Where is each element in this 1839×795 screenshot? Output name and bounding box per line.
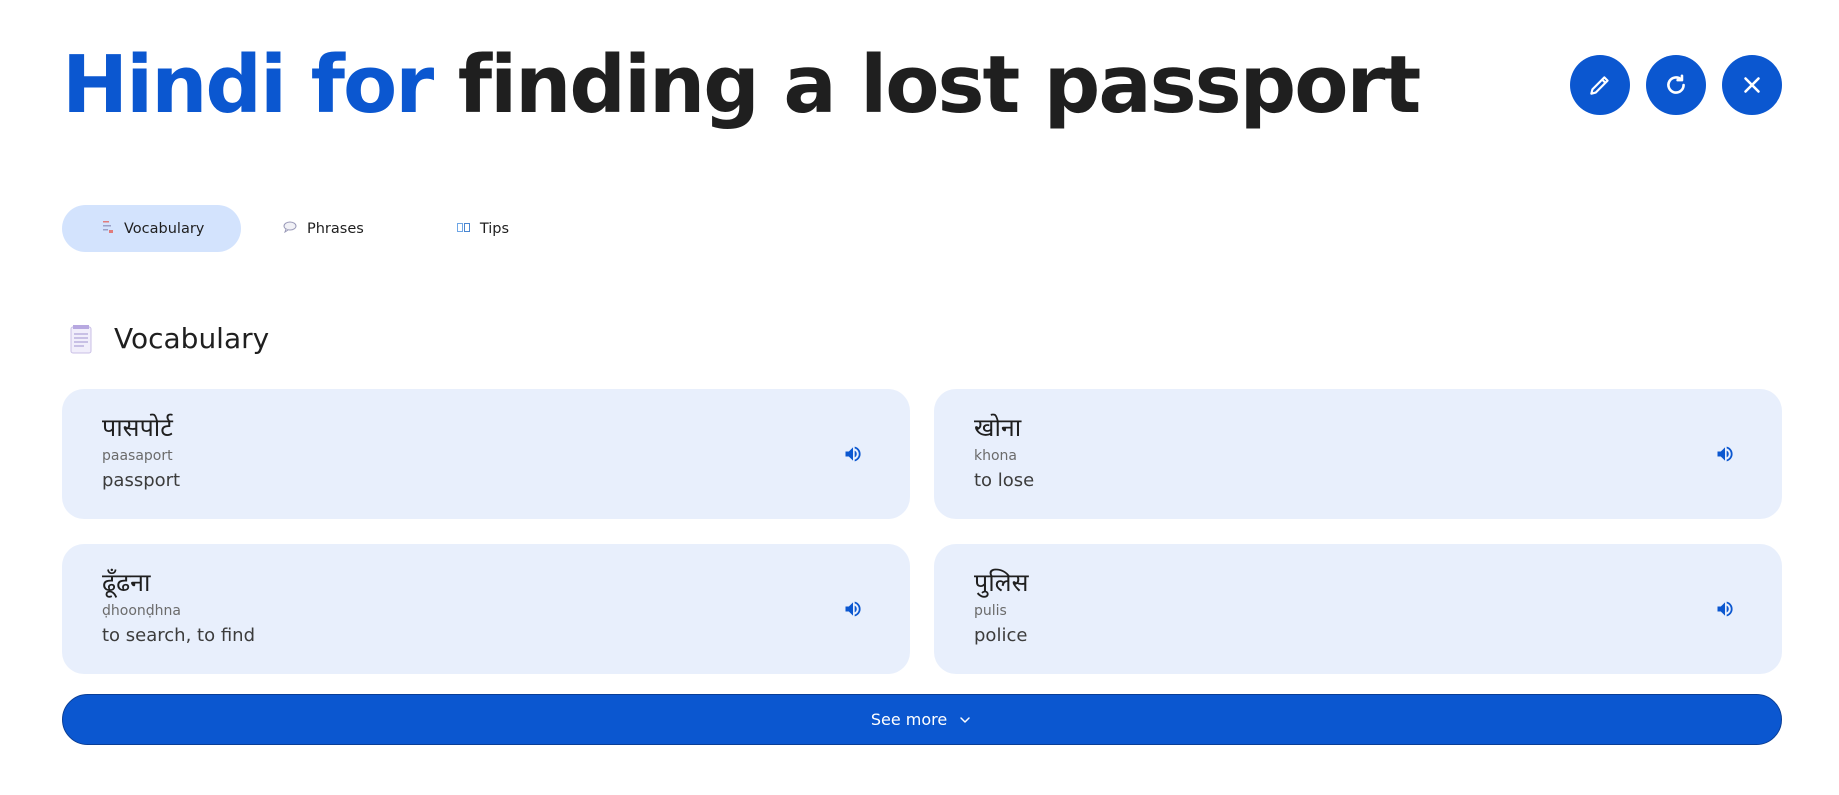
pencil-icon xyxy=(1590,76,1609,95)
vocab-transliteration: ḍhoonḍhna xyxy=(102,603,181,619)
tab-vocabulary-label: Vocabulary xyxy=(124,220,205,237)
tab-tips-label: Tips xyxy=(479,220,510,237)
vocab-meaning: passport xyxy=(102,470,181,491)
speech-bubble-icon xyxy=(283,221,297,236)
tab-bar: Vocabulary Phrases Tips xyxy=(62,205,547,252)
play-audio-button[interactable] xyxy=(1712,596,1738,622)
vocab-meaning: police xyxy=(974,625,1028,646)
section-heading: Vocabulary xyxy=(70,322,269,355)
chevron-down-icon xyxy=(960,716,970,723)
vocab-native: पासपोर्ट xyxy=(102,413,173,442)
title-accent: Hindi for xyxy=(62,39,434,131)
tab-tips[interactable]: Tips xyxy=(416,205,547,252)
tab-phrases-label: Phrases xyxy=(307,220,364,237)
vocab-card: ढूँढना ḍhoonḍhna to search, to find xyxy=(62,544,910,674)
notepad-icon xyxy=(70,324,92,353)
list-icon xyxy=(102,220,114,237)
vocab-native: ढूँढना xyxy=(102,568,151,597)
header-actions xyxy=(1570,55,1782,115)
vocabulary-grid: पासपोर्ट paasaport passport खोना khona t… xyxy=(62,389,1782,674)
vocab-card: खोना khona to lose xyxy=(934,389,1782,519)
vocab-card: पासपोर्ट paasaport passport xyxy=(62,389,910,519)
tab-vocabulary[interactable]: Vocabulary xyxy=(62,205,241,252)
vocab-transliteration: pulis xyxy=(974,603,1007,619)
see-more-label: See more xyxy=(870,710,948,729)
vocab-meaning: to lose xyxy=(974,470,1035,491)
play-audio-button[interactable] xyxy=(1712,441,1738,467)
close-icon xyxy=(1744,77,1760,93)
tab-phrases[interactable]: Phrases xyxy=(249,205,402,252)
vocab-native: पुलिस xyxy=(974,568,1029,597)
speaker-icon xyxy=(1717,601,1733,617)
speaker-icon xyxy=(845,601,861,617)
refresh-icon xyxy=(1667,74,1685,94)
close-button[interactable] xyxy=(1722,55,1782,115)
vocab-transliteration: khona xyxy=(974,448,1017,464)
title-topic: finding a lost passport xyxy=(457,39,1422,131)
vocab-card: पुलिस pulis police xyxy=(934,544,1782,674)
see-more-button[interactable]: See more xyxy=(62,694,1782,745)
speaker-icon xyxy=(1717,446,1733,462)
play-audio-button[interactable] xyxy=(840,596,866,622)
vocab-transliteration: paasaport xyxy=(102,448,173,464)
refresh-button[interactable] xyxy=(1646,55,1706,115)
page-header: Hindi for finding a lost passport xyxy=(62,30,1782,150)
vocab-native: खोना xyxy=(974,413,1022,442)
section-title: Vocabulary xyxy=(114,322,270,355)
page-title: Hindi for finding a lost passport xyxy=(62,30,1782,140)
vocab-meaning: to search, to find xyxy=(102,625,255,646)
play-audio-button[interactable] xyxy=(840,441,866,467)
book-icon xyxy=(456,221,470,236)
edit-button[interactable] xyxy=(1570,55,1630,115)
speaker-icon xyxy=(845,446,861,462)
